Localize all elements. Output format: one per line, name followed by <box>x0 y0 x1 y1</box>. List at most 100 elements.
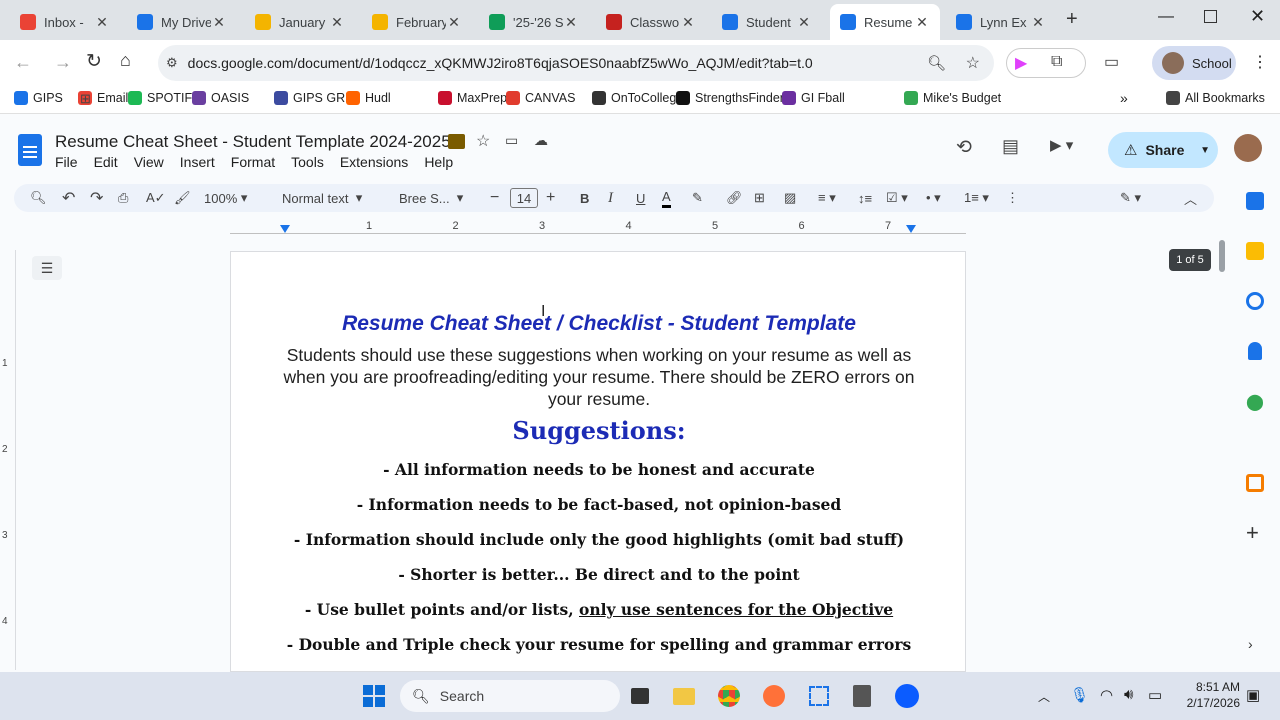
keep-icon[interactable] <box>1246 242 1264 260</box>
tab-3[interactable]: January ✕ <box>245 4 355 40</box>
tasks-icon[interactable] <box>1246 292 1264 310</box>
bookmark-mike-s-budget[interactable]: Mike's Budget <box>904 91 1001 105</box>
spellcheck-icon[interactable]: A✓ <box>146 188 166 208</box>
microphone-icon[interactable]: 🎙︎ <box>1070 686 1089 704</box>
document-page[interactable]: Resume Cheat Sheet / Checklist - Student… <box>230 251 966 672</box>
close-tab-icon[interactable]: ✕ <box>680 14 696 31</box>
left-indent-marker-icon[interactable] <box>280 225 290 233</box>
address-bar[interactable]: ⚙ docs.google.com/document/d/1odqccz_xQK… <box>158 45 994 81</box>
apps-grid-icon[interactable]: ⊞ <box>80 91 91 107</box>
home-icon[interactable]: ⌂ <box>120 50 131 71</box>
right-indent-marker-icon[interactable] <box>906 225 916 233</box>
menu-edit[interactable]: Edit <box>94 154 118 170</box>
document-outline-icon[interactable]: ☰ <box>32 256 62 280</box>
notifications-icon[interactable]: ▣ <box>1246 686 1260 704</box>
star-icon[interactable]: ☆ <box>476 131 490 151</box>
paint-format-icon[interactable]: 🖌︎ <box>174 188 191 208</box>
highlight-icon[interactable]: ✎ <box>692 188 703 208</box>
calculator-icon[interactable] <box>848 682 876 710</box>
menu-tools[interactable]: Tools <box>291 154 324 170</box>
close-tab-icon[interactable]: ✕ <box>211 14 227 31</box>
font-size-input[interactable]: 14 <box>510 188 538 208</box>
bookmark-all-bookmarks[interactable]: All Bookmarks <box>1166 91 1265 105</box>
close-tab-icon[interactable]: ✕ <box>914 14 930 31</box>
align-icon[interactable]: ≡ ▾ <box>818 188 836 208</box>
extension-icon[interactable]: ▶ <box>1015 53 1027 73</box>
tab-6[interactable]: Classwo ✕ <box>596 4 706 40</box>
close-tab-icon[interactable]: ✕ <box>329 14 345 31</box>
bookmark-canvas[interactable]: CANVAS <box>506 91 575 105</box>
chevron-down-icon[interactable]: ▼ <box>1200 145 1210 156</box>
version-history-icon[interactable]: ⟲ <box>956 136 972 159</box>
more-options-icon[interactable]: ⋮ <box>1006 188 1019 208</box>
bookmark-ontocollege[interactable]: OnToCollege <box>592 91 683 105</box>
addon-icon[interactable] <box>1246 474 1264 492</box>
increase-font-size-button[interactable]: + <box>546 188 555 208</box>
get-addons-icon[interactable]: + <box>1246 520 1259 546</box>
restore-button[interactable] <box>1204 10 1217 23</box>
undo-icon[interactable]: ↶ <box>62 188 75 208</box>
numbered-list-icon[interactable]: 1≡ ▾ <box>964 188 989 208</box>
add-comment-icon[interactable]: ⊞ <box>754 188 765 208</box>
battery-icon[interactable]: ▭ <box>1148 686 1162 704</box>
zoom-select[interactable]: 100% ▾ <box>204 188 247 208</box>
comments-icon[interactable]: ▤ <box>1002 136 1019 157</box>
tab-7[interactable]: Student ✕ <box>712 4 822 40</box>
bookmark-spotify[interactable]: SPOTIFY <box>128 91 200 105</box>
show-hidden-icons[interactable]: ︿ <box>1038 688 1050 705</box>
close-tab-icon[interactable]: ✕ <box>1030 14 1046 31</box>
chrome-menu-icon[interactable]: ⋮ <box>1252 52 1268 72</box>
maps-icon[interactable]: ⬤ <box>1246 392 1264 412</box>
account-avatar[interactable] <box>1234 134 1262 162</box>
menu-extensions[interactable]: Extensions <box>340 154 408 170</box>
search-icon[interactable]: 🔍︎ <box>30 188 47 208</box>
bookmark-strengthsfinder[interactable]: StrengthsFinder <box>676 91 784 105</box>
forward-icon[interactable]: → <box>54 52 72 73</box>
reload-icon[interactable]: ↻ <box>86 50 102 73</box>
start-icon[interactable] <box>360 682 388 710</box>
redo-icon[interactable]: ↷ <box>90 188 103 208</box>
move-to-folder-badge-icon[interactable] <box>448 134 465 149</box>
back-icon[interactable]: ← <box>14 52 32 73</box>
editing-mode-icon[interactable]: ✎ ▾ <box>1120 188 1141 208</box>
bookmark-maxpreps[interactable]: MaxPreps <box>438 91 513 105</box>
tab-8[interactable]: Resume ✕ <box>830 4 940 40</box>
style-select[interactable]: Normal text ▾ <box>282 188 362 208</box>
link-icon[interactable]: 🔗︎ <box>726 188 743 208</box>
checklist-icon[interactable]: ☑ ▾ <box>886 188 908 208</box>
site-info-icon[interactable]: ⚙ <box>166 55 178 71</box>
vertical-ruler[interactable]: 1 2 3 4 <box>0 250 16 670</box>
folder-icon[interactable]: ▭ <box>505 132 518 149</box>
taskbar-search[interactable]: 🔍︎ Search <box>400 680 620 712</box>
close-tab-icon[interactable]: ✕ <box>446 14 462 31</box>
zoom-icon[interactable] <box>893 682 921 710</box>
line-spacing-icon[interactable]: ↕≡ <box>858 188 872 208</box>
bulleted-list-icon[interactable]: • ▾ <box>926 188 941 208</box>
profile-button[interactable]: School <box>1152 46 1236 80</box>
scrollbar-thumb[interactable] <box>1219 240 1225 272</box>
file-explorer-icon[interactable] <box>670 682 698 710</box>
doc-title[interactable]: Resume Cheat Sheet - Student Template 20… <box>55 132 451 152</box>
meet-icon[interactable]: ▶ ▾ <box>1050 136 1073 154</box>
more-bookmarks-icon[interactable]: » <box>1120 90 1128 106</box>
bookmark-gi-fball[interactable]: GI Fball <box>782 91 845 105</box>
clock[interactable]: 8:51 AM 2/17/2026 <box>1180 679 1240 711</box>
menu-format[interactable]: Format <box>231 154 275 170</box>
wifi-icon[interactable]: ◠ <box>1100 686 1113 704</box>
chrome-icon[interactable] <box>715 682 743 710</box>
close-tab-icon[interactable]: ✕ <box>796 14 812 31</box>
text-color-icon[interactable]: A <box>662 188 671 208</box>
decrease-font-size-button[interactable]: − <box>490 188 499 208</box>
horizontal-ruler[interactable]: 1 2 3 4 5 6 7 <box>230 220 966 238</box>
italic-icon[interactable]: I <box>608 188 613 208</box>
underline-icon[interactable]: U <box>636 188 645 208</box>
tab-2[interactable]: My Drive ✕ <box>127 4 237 40</box>
task-view-icon[interactable] <box>626 682 654 710</box>
zoom-lens-icon[interactable]: 🔍︎ <box>927 54 946 72</box>
insert-image-icon[interactable]: ▨ <box>784 188 796 208</box>
tab-search-icon[interactable]: ▭ <box>1104 52 1119 72</box>
font-select[interactable]: Bree S... ▾ <box>399 188 463 208</box>
puzzle-icon[interactable]: ⧉ <box>1051 53 1062 71</box>
expand-panel-icon[interactable]: › <box>1248 636 1253 652</box>
collapse-menus-icon[interactable]: ︿ <box>1184 188 1197 208</box>
